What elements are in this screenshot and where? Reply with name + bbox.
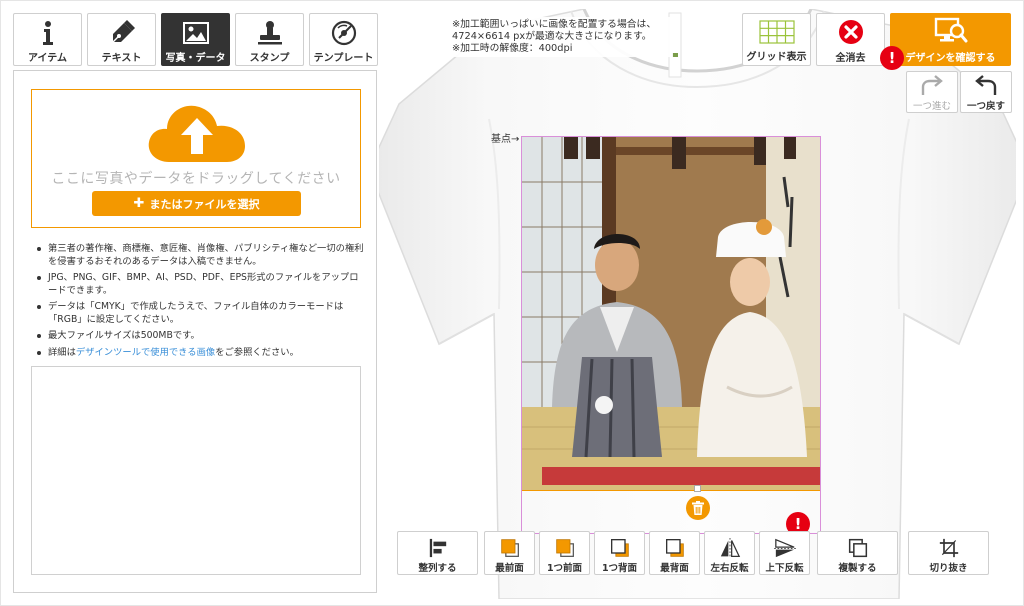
wedding-photo-image — [522, 137, 820, 490]
tab-photo-data[interactable]: 写真・データ — [161, 13, 230, 66]
tab-stamp-label: スタンプ — [249, 53, 290, 64]
duplicate-button[interactable]: 複製する — [817, 531, 898, 575]
bring-forward-icon — [555, 539, 574, 557]
send-backward-button[interactable]: 1つ背面 — [594, 531, 645, 575]
grid-icon — [758, 20, 795, 44]
upload-dropzone[interactable]: ここに写真やデータをドラッグしてください ✚ またはファイルを選択 — [31, 89, 361, 228]
send-to-back-label: 最背面 — [660, 563, 689, 574]
align-button[interactable]: 整列する — [397, 531, 478, 575]
tab-item-label: アイテム — [28, 53, 67, 64]
send-back-icon — [665, 539, 684, 557]
dropzone-text: ここに写真やデータをドラッグしてください — [51, 171, 341, 187]
upload-panel: ここに写真やデータをドラッグしてください ✚ またはファイルを選択 第三者の著作… — [13, 70, 377, 593]
bring-to-front-button[interactable]: 最前面 — [484, 531, 535, 575]
redo-button[interactable]: 一つ進む — [906, 71, 958, 113]
confirm-design-label: デザインを確認する — [905, 53, 996, 64]
bring-front-icon — [500, 539, 519, 557]
note-item: JPG、PNG、GIF、BMP、AI、PSD、PDF、EPS形式のファイルをアッ… — [34, 272, 364, 297]
tab-text-label: テキスト — [101, 53, 142, 64]
note-item: 最大ファイルサイズは500MBです。 — [34, 330, 364, 343]
pen-icon — [112, 20, 135, 43]
bring-to-front-label: 最前面 — [495, 563, 524, 574]
note-suffix: をご参照ください。 — [215, 346, 299, 358]
send-backward-label: 1つ背面 — [601, 563, 638, 574]
duplicate-label: 複製する — [838, 563, 877, 574]
tab-photo-data-label: 写真・データ — [165, 53, 226, 64]
note-prefix: 詳細は — [48, 346, 76, 358]
flip-vertical-label: 上下反転 — [765, 563, 804, 574]
note-item: 第三者の著作権、商標権、意匠権、肖像権、パブリシティ権など一切の権利を侵害するお… — [34, 243, 364, 268]
stamp-icon — [257, 21, 282, 45]
clear-all-button[interactable]: 全消去 — [816, 13, 885, 66]
send-to-back-button[interactable]: 最背面 — [649, 531, 700, 575]
send-backward-icon — [610, 539, 629, 557]
duplicate-icon — [848, 538, 867, 558]
design-tool: アイテム テキスト 写真・データ スタンプ テンプレート ここに写真やデータをド… — [0, 0, 1024, 606]
resize-handle[interactable] — [694, 485, 701, 492]
trash-icon — [692, 501, 704, 515]
crop-icon — [939, 538, 958, 558]
tab-template[interactable]: テンプレート — [309, 13, 378, 66]
close-circle-icon — [838, 20, 863, 44]
tab-template-label: テンプレート — [313, 53, 374, 64]
image-icon — [182, 22, 209, 44]
bring-forward-label: 1つ前面 — [546, 563, 583, 574]
undo-icon — [975, 75, 997, 95]
flip-horizontal-icon — [720, 538, 740, 558]
redo-icon — [921, 75, 943, 95]
delete-image-button[interactable] — [686, 496, 710, 520]
flip-vertical-icon — [773, 538, 796, 558]
bring-forward-button[interactable]: 1つ前面 — [539, 531, 590, 575]
preview-monitor-icon — [934, 17, 967, 43]
flip-vertical-button[interactable]: 上下反転 — [759, 531, 810, 575]
grid-toggle-button[interactable]: グリッド表示 — [742, 13, 811, 66]
upload-notes: 第三者の著作権、商標権、意匠権、肖像権、パブリシティ権など一切の権利を侵害するお… — [34, 243, 364, 363]
tab-text[interactable]: テキスト — [87, 13, 156, 66]
plus-icon: ✚ — [133, 196, 145, 211]
note-item: 詳細はデザインツールで使用できる画像をご参照ください。 — [34, 347, 364, 360]
clear-all-label: 全消去 — [835, 53, 866, 64]
crop-button[interactable]: 切り抜き — [908, 531, 989, 575]
flip-horizontal-button[interactable]: 左右反転 — [704, 531, 755, 575]
redo-label: 一つ進む — [912, 101, 951, 112]
template-icon — [331, 20, 356, 46]
print-area-info: ※加工範囲いっぱいに画像を配置する場合は、 4724×6614 pxが最適な大き… — [448, 17, 673, 57]
align-icon — [429, 538, 446, 558]
placed-photo[interactable] — [522, 137, 820, 490]
confirm-design-button[interactable]: デザインを確認する — [890, 13, 1011, 66]
info-line: ※加工時の解像度：400dpi — [452, 43, 573, 54]
alert-badge: ! — [880, 46, 904, 70]
info-icon — [42, 21, 53, 45]
crop-label: 切り抜き — [929, 563, 968, 574]
origin-label: 基点→ — [491, 134, 520, 145]
tab-item[interactable]: アイテム — [13, 13, 82, 66]
info-line: 4724×6614 pxが最適な大きさになります。 — [452, 31, 652, 42]
undo-label: 一つ戻す — [966, 101, 1005, 112]
selection-line — [522, 490, 820, 491]
select-file-button[interactable]: ✚ またはファイルを選択 — [92, 191, 301, 216]
undo-button[interactable]: 一つ戻す — [960, 71, 1012, 113]
select-file-label: またはファイルを選択 — [149, 197, 260, 211]
cloud-upload-icon — [148, 105, 245, 162]
grid-toggle-label: グリッド表示 — [746, 52, 807, 63]
uploaded-files-area[interactable] — [31, 366, 361, 575]
tab-stamp[interactable]: スタンプ — [235, 13, 304, 66]
note-item: データは「CMYK」で作成したうえで、ファイル自体のカラーモードは「RGB」に設… — [34, 301, 364, 326]
flip-horizontal-label: 左右反転 — [710, 563, 749, 574]
info-line: ※加工範囲いっぱいに画像を配置する場合は、 — [452, 19, 657, 30]
usable-images-link[interactable]: デザインツールで使用できる画像 — [76, 347, 215, 358]
align-label: 整列する — [418, 563, 457, 574]
